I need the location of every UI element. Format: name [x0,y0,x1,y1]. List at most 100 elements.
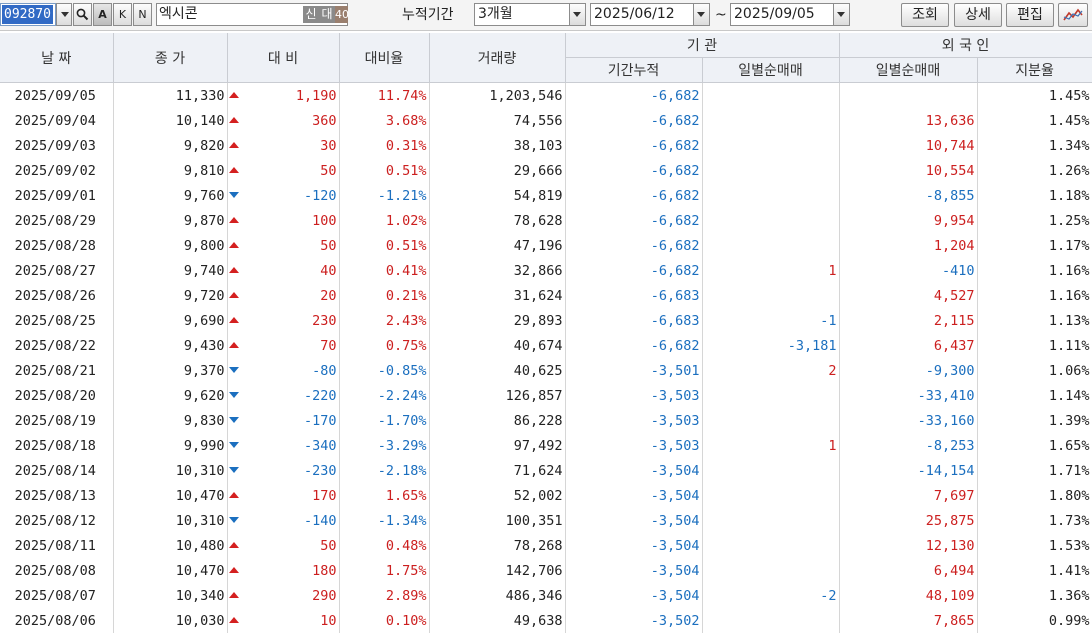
table-row[interactable]: 2025/09/0410,1403603.68%74,556-6,68213,6… [0,108,1092,133]
change-rate-cell: 0.48% [339,533,429,558]
filter-a-button[interactable]: A [93,3,112,26]
close-price-cell-value: 9,810 [184,163,225,179]
foreign-share-cell-value: 1.73% [1049,513,1090,529]
column-header-foreign-daily[interactable]: 일별순매매 [839,58,977,83]
change-rate-cell-value: 0.75% [386,338,427,354]
table-row[interactable]: 2025/09/019,760-120-1.21%54,819-6,682-8,… [0,183,1092,208]
foreign-daily-cell: 48,109 [839,583,977,608]
toolbar: 092870 A K N 엑시콘 신 대 40 누적기간 3개월 2025/06… [0,0,1092,31]
foreign-share-cell-value: 1.16% [1049,288,1090,304]
date-cell: 2025/08/19 [0,408,113,433]
stock-code-input[interactable]: 092870 [0,3,56,26]
table-row[interactable]: 2025/08/0810,4701801.75%142,706-3,5046,4… [0,558,1092,583]
foreign-share-cell: 1.45% [977,108,1092,133]
table-row[interactable]: 2025/08/0710,3402902.89%486,346-3,504-24… [0,583,1092,608]
inst-cumulative-cell-value: -6,682 [651,188,700,204]
column-header-volume[interactable]: 거래량 [429,33,565,83]
change-cell-value: 30 [320,138,336,154]
change-rate-cell-value: 0.48% [386,538,427,554]
search-button[interactable] [73,3,92,26]
date-cell: 2025/08/08 [0,558,113,583]
table-row[interactable]: 2025/08/229,430700.75%40,674-6,682-3,181… [0,333,1092,358]
foreign-daily-cell-value: 10,744 [926,138,975,154]
table-row[interactable]: 2025/08/189,990-340-3.29%97,492-3,5031-8… [0,433,1092,458]
inst-cumulative-cell: -3,504 [565,533,702,558]
column-header-inst-cumulative[interactable]: 기간누적 [565,58,702,83]
inst-daily-cell [702,383,839,408]
inst-cumulative-cell: -6,682 [565,83,702,109]
close-price-cell-value: 9,690 [184,313,225,329]
detail-button[interactable]: 상세 [954,3,1002,27]
close-price-cell: 9,620 [113,383,227,408]
change-cell: 50 [227,233,339,258]
volume-cell: 49,638 [429,608,565,633]
edit-button[interactable]: 편집 [1006,3,1054,27]
date-cell-value: 2025/08/21 [15,363,96,379]
inst-cumulative-cell: -6,682 [565,208,702,233]
foreign-daily-cell: 25,875 [839,508,977,533]
chart-button[interactable] [1058,3,1088,27]
foreign-daily-cell: -8,253 [839,433,977,458]
table-row[interactable]: 2025/08/1410,310-230-2.18%71,624-3,504-1… [0,458,1092,483]
start-date-dropdown-icon[interactable] [693,4,709,25]
table-row[interactable]: 2025/08/199,830-170-1.70%86,228-3,503-33… [0,408,1092,433]
change-cell: 20 [227,283,339,308]
foreign-daily-cell: 13,636 [839,108,977,133]
volume-cell-value: 31,624 [514,288,563,304]
close-price-cell-value: 10,310 [176,463,225,479]
magnifier-icon [76,8,89,21]
change-rate-cell: -1.70% [339,408,429,433]
column-header-foreign-share[interactable]: 지분율 [977,58,1092,83]
table-row[interactable]: 2025/08/289,800500.51%47,196-6,6821,2041… [0,233,1092,258]
foreign-daily-cell-value: 7,865 [934,613,975,629]
start-date-picker[interactable]: 2025/06/12 [590,3,710,26]
change-cell: 70 [227,333,339,358]
close-price-cell: 9,830 [113,408,227,433]
change-rate-cell-value: -0.85% [378,363,427,379]
table-row[interactable]: 2025/09/0511,3301,19011.74%1,203,546-6,6… [0,83,1092,109]
column-header-inst-daily[interactable]: 일별순매매 [702,58,839,83]
date-cell-value: 2025/08/28 [15,238,96,254]
table-row[interactable]: 2025/08/1210,310-140-1.34%100,351-3,5042… [0,508,1092,533]
column-header-close[interactable]: 종 가 [113,33,227,83]
change-cell: 230 [227,308,339,333]
table-row[interactable]: 2025/08/1110,480500.48%78,268-3,50412,13… [0,533,1092,558]
column-header-change-rate[interactable]: 대비율 [339,33,429,83]
table-row[interactable]: 2025/08/219,370-80-0.85%40,625-3,5012-9,… [0,358,1092,383]
filter-k-button[interactable]: K [113,3,132,26]
date-cell-value: 2025/08/12 [15,513,96,529]
end-date-value: 2025/09/05 [734,6,815,22]
change-cell: -340 [227,433,339,458]
table-row[interactable]: 2025/08/269,720200.21%31,624-6,6834,5271… [0,283,1092,308]
end-date-dropdown-icon[interactable] [833,4,849,25]
filter-n-button[interactable]: N [133,3,152,26]
table-row[interactable]: 2025/08/1310,4701701.65%52,002-3,5047,69… [0,483,1092,508]
date-cell: 2025/08/26 [0,283,113,308]
foreign-daily-cell: -33,160 [839,408,977,433]
stock-code-value[interactable]: 092870 [2,5,53,24]
inst-cumulative-cell-value: -6,682 [651,163,700,179]
end-date-picker[interactable]: 2025/09/05 [730,3,850,26]
period-select[interactable]: 3개월 [474,3,586,26]
table-row[interactable]: 2025/08/209,620-220-2.24%126,857-3,503-3… [0,383,1092,408]
query-button[interactable]: 조회 [901,3,949,27]
table-row[interactable]: 2025/08/299,8701001.02%78,628-6,6829,954… [0,208,1092,233]
date-cell-value: 2025/08/19 [15,413,96,429]
foreign-daily-cell-value: 12,130 [926,538,975,554]
period-dropdown-arrow-icon[interactable] [569,4,585,25]
close-price-cell-value: 9,760 [184,188,225,204]
table-row[interactable]: 2025/09/039,820300.31%38,103-6,68210,744… [0,133,1092,158]
table-row[interactable]: 2025/08/0610,030100.10%49,638-3,5027,865… [0,608,1092,633]
change-cell: -170 [227,408,339,433]
stock-code-dropdown-button[interactable] [56,3,72,26]
column-header-date[interactable]: 날 짜 [0,33,113,83]
table-row[interactable]: 2025/08/259,6902302.43%29,893-6,683-12,1… [0,308,1092,333]
table-row[interactable]: 2025/09/029,810500.51%29,666-6,68210,554… [0,158,1092,183]
close-price-cell-value: 9,990 [184,438,225,454]
change-cell-value: 50 [320,538,336,554]
table-row[interactable]: 2025/08/279,740400.41%32,866-6,6821-4101… [0,258,1092,283]
change-cell: -220 [227,383,339,408]
inst-daily-cell-value: 2 [828,363,836,379]
column-header-change[interactable]: 대 비 [227,33,339,83]
foreign-share-cell: 1.13% [977,308,1092,333]
